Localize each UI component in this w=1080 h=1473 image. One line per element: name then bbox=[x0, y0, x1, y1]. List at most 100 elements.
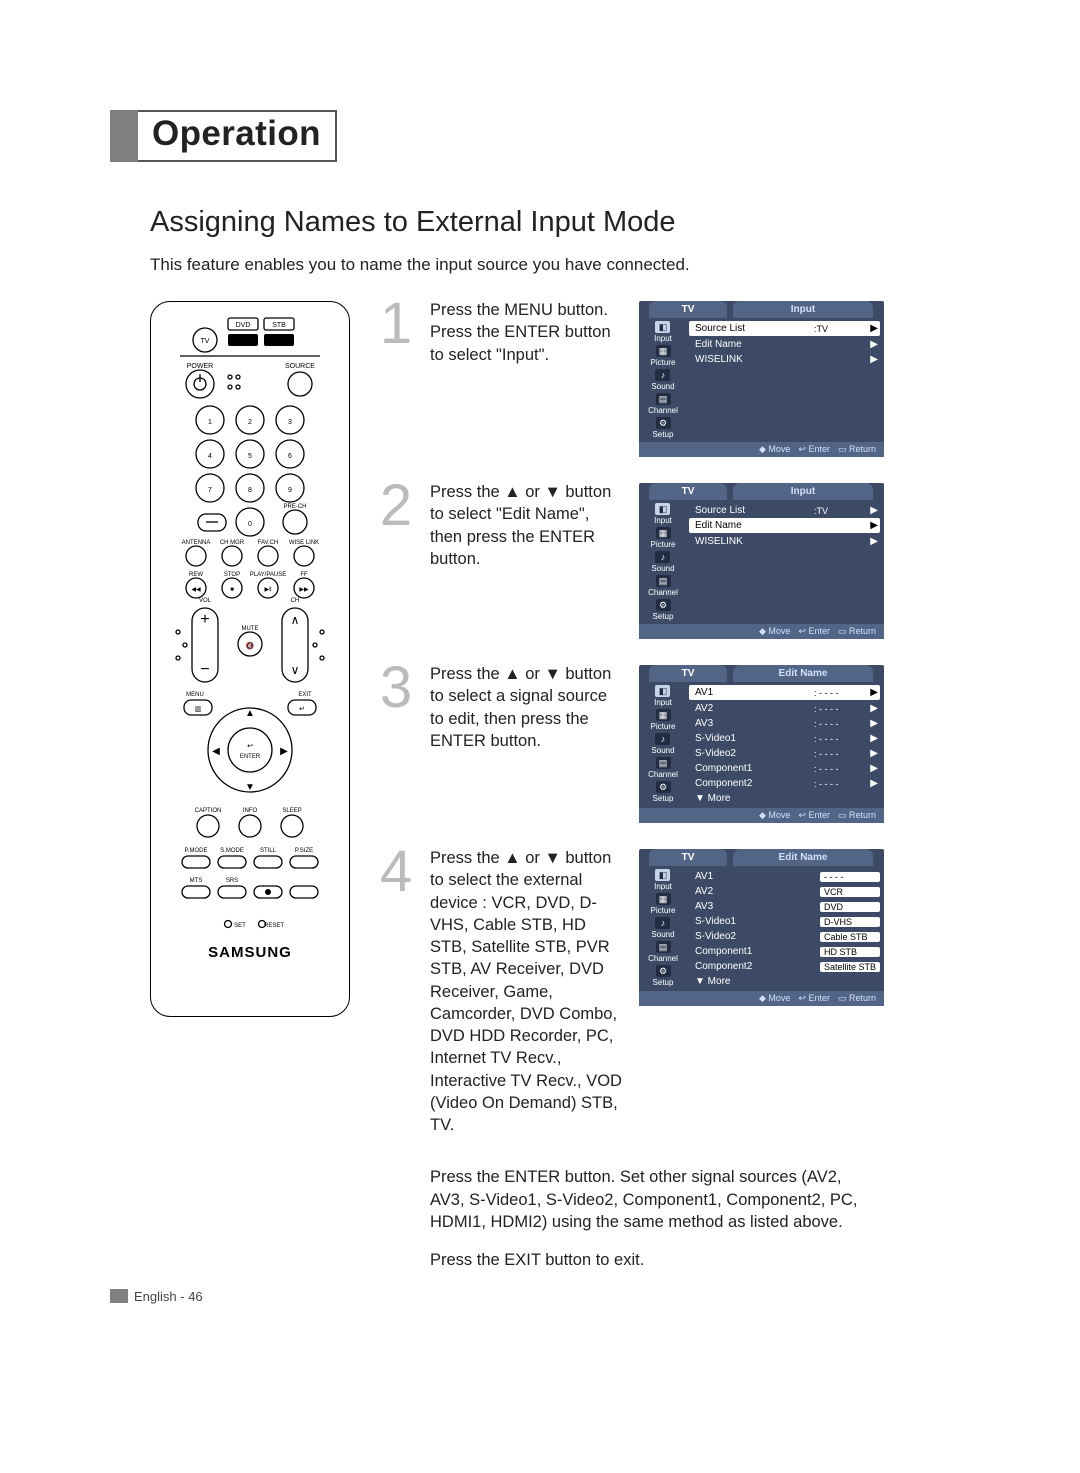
osd-side-label: Sound bbox=[651, 930, 674, 939]
osd-footer-enter: ↩ Enter bbox=[798, 626, 830, 637]
osd-row: AV2: - - - -▶ bbox=[689, 701, 880, 716]
osd-row: WISELINK▶ bbox=[689, 352, 880, 367]
svg-text:3: 3 bbox=[288, 419, 292, 426]
osd-side-label: Setup bbox=[653, 612, 674, 621]
osd-sidebar: ◧ Input ▦ Picture ♪ Sound ▤ Channel ⚙ Se… bbox=[639, 500, 687, 624]
svg-text:9: 9 bbox=[288, 487, 292, 494]
osd-side-icon: ⚙ bbox=[656, 417, 671, 429]
osd-side-picture: ▦ Picture bbox=[651, 527, 676, 549]
svg-text:8: 8 bbox=[248, 487, 252, 494]
svg-text:MENU: MENU bbox=[186, 692, 204, 698]
osd-row: AV3: - - - -▶ bbox=[689, 716, 880, 731]
osd-row: ▼ More bbox=[689, 974, 880, 989]
svg-text:FF: FF bbox=[300, 572, 308, 578]
osd-body: ◧ Input ▦ Picture ♪ Sound ▤ Channel ⚙ Se… bbox=[639, 318, 884, 442]
svg-text:CH: CH bbox=[291, 598, 300, 604]
osd-side-sound: ♪ Sound bbox=[651, 917, 674, 939]
osd-footer: ◆ Move↩ Enter▭ Return bbox=[639, 624, 884, 639]
osd-side-label: Input bbox=[654, 698, 672, 707]
osd-tab-left: TV bbox=[649, 301, 727, 318]
osd-row: WISELINK▶ bbox=[689, 534, 880, 549]
osd-side-label: Channel bbox=[648, 588, 678, 597]
osd-footer-return: ▭ Return bbox=[838, 810, 876, 821]
osd-side-channel: ▤ Channel bbox=[648, 941, 678, 963]
osd-body: ◧ Input ▦ Picture ♪ Sound ▤ Channel ⚙ Se… bbox=[639, 682, 884, 808]
osd-side-label: Input bbox=[654, 334, 672, 343]
svg-text:∧: ∧ bbox=[291, 613, 300, 627]
svg-text:TV: TV bbox=[201, 338, 210, 345]
osd-side-icon: ♪ bbox=[655, 369, 670, 381]
svg-text:SRS: SRS bbox=[226, 878, 238, 884]
osd-side-channel: ▤ Channel bbox=[648, 393, 678, 415]
step-4: 4 Press the ▲ or ▼ button to select the … bbox=[376, 849, 970, 1152]
osd-side-label: Setup bbox=[653, 430, 674, 439]
osd-side-icon: ▤ bbox=[656, 757, 671, 769]
osd-header: TV Edit Name bbox=[639, 849, 884, 866]
osd-side-label: Sound bbox=[651, 382, 674, 391]
osd-side-icon: ▦ bbox=[656, 893, 671, 905]
svg-text:◀: ◀ bbox=[212, 746, 220, 757]
osd-header: TV Input bbox=[639, 301, 884, 318]
svg-text:ANTENNA: ANTENNA bbox=[182, 540, 211, 546]
svg-text:0: 0 bbox=[248, 521, 252, 528]
osd-sidebar: ◧ Input ▦ Picture ♪ Sound ▤ Channel ⚙ Se… bbox=[639, 866, 687, 991]
svg-text:◀◀: ◀◀ bbox=[191, 587, 201, 593]
osd-side-label: Picture bbox=[651, 358, 676, 367]
svg-text:−: − bbox=[200, 661, 209, 678]
osd-footer-enter: ↩ Enter bbox=[798, 810, 830, 821]
osd-row: Edit Name▶ bbox=[689, 337, 880, 352]
osd-main: AV1: - - - -▶AV2: - - - -▶AV3: - - - -▶S… bbox=[687, 682, 884, 808]
osd-side-setup: ⚙ Setup bbox=[653, 599, 674, 621]
osd-footer-move: ◆ Move bbox=[759, 626, 790, 637]
svg-text:MUTE: MUTE bbox=[242, 626, 259, 632]
svg-text:↵: ↵ bbox=[299, 706, 305, 713]
step-text-extra: Press the ENTER button. Set other signal… bbox=[430, 1166, 870, 1233]
osd-footer-return: ▭ Return bbox=[838, 444, 876, 455]
svg-text:5: 5 bbox=[248, 453, 252, 460]
step-1: 1 Press the MENU button.Press the ENTER … bbox=[376, 301, 970, 457]
step-3: 3 Press the ▲ or ▼ button to select a si… bbox=[376, 665, 970, 823]
svg-text:S.MODE: S.MODE bbox=[220, 848, 244, 854]
osd-side-input: ◧ Input bbox=[654, 869, 672, 891]
osd-side-label: Picture bbox=[651, 540, 676, 549]
svg-text:WISE LINK: WISE LINK bbox=[289, 540, 319, 546]
svg-text:CH MGR: CH MGR bbox=[220, 540, 245, 546]
osd-footer-enter: ↩ Enter bbox=[798, 993, 830, 1004]
osd-side-input: ◧ Input bbox=[654, 321, 672, 343]
svg-text:PLAY/PAUSE: PLAY/PAUSE bbox=[250, 572, 286, 578]
osd-side-sound: ♪ Sound bbox=[651, 733, 674, 755]
svg-text:1: 1 bbox=[208, 419, 212, 426]
osd-side-label: Setup bbox=[653, 978, 674, 987]
osd-side-icon: ◧ bbox=[655, 321, 670, 333]
svg-text:▶ǁ: ▶ǁ bbox=[264, 587, 271, 593]
step-text: Press the ▲ or ▼ button to select the ex… bbox=[430, 847, 625, 1152]
osd-side-label: Input bbox=[654, 882, 672, 891]
osd-screen: TV Input ◧ Input ▦ Picture ♪ Sound ▤ Cha… bbox=[639, 301, 884, 457]
svg-text:↩: ↩ bbox=[247, 743, 253, 750]
osd-row: AV3DVD bbox=[689, 899, 880, 914]
osd-side-sound: ♪ Sound bbox=[651, 369, 674, 391]
svg-text:▶▶: ▶▶ bbox=[299, 587, 309, 593]
osd-tab-left: TV bbox=[649, 665, 727, 682]
osd-sidebar: ◧ Input ▦ Picture ♪ Sound ▤ Channel ⚙ Se… bbox=[639, 682, 687, 808]
osd-wrap: TV Edit Name ◧ Input ▦ Picture ♪ Sound ▤… bbox=[639, 665, 884, 823]
step-4-cont: Press the ENTER button. Set other signal… bbox=[376, 1168, 970, 1287]
osd-side-picture: ▦ Picture bbox=[651, 893, 676, 915]
osd-tab-left: TV bbox=[649, 849, 727, 866]
osd-row: S-Video1: - - - -▶ bbox=[689, 731, 880, 746]
remote-column: .rline{fill:none;stroke:#000;stroke-widt… bbox=[150, 301, 350, 1017]
svg-text:EXIT: EXIT bbox=[298, 692, 312, 698]
osd-row: Component2: - - - -▶ bbox=[689, 776, 880, 791]
svg-text:P.SIZE: P.SIZE bbox=[295, 848, 313, 854]
svg-text:INFO: INFO bbox=[243, 808, 258, 814]
osd-side-label: Sound bbox=[651, 564, 674, 573]
remote-outline: .rline{fill:none;stroke:#000;stroke-widt… bbox=[150, 301, 350, 1017]
osd-row: Source List:TV▶ bbox=[689, 321, 880, 336]
osd-side-label: Setup bbox=[653, 794, 674, 803]
osd-row: S-Video2Cable STB bbox=[689, 929, 880, 944]
osd-side-label: Channel bbox=[648, 770, 678, 779]
svg-text:DVD: DVD bbox=[236, 322, 251, 329]
footer-accent bbox=[110, 1289, 128, 1303]
step-number: 1 bbox=[376, 301, 416, 347]
osd-main: Source List:TV▶Edit Name▶WISELINK▶ bbox=[687, 318, 884, 442]
